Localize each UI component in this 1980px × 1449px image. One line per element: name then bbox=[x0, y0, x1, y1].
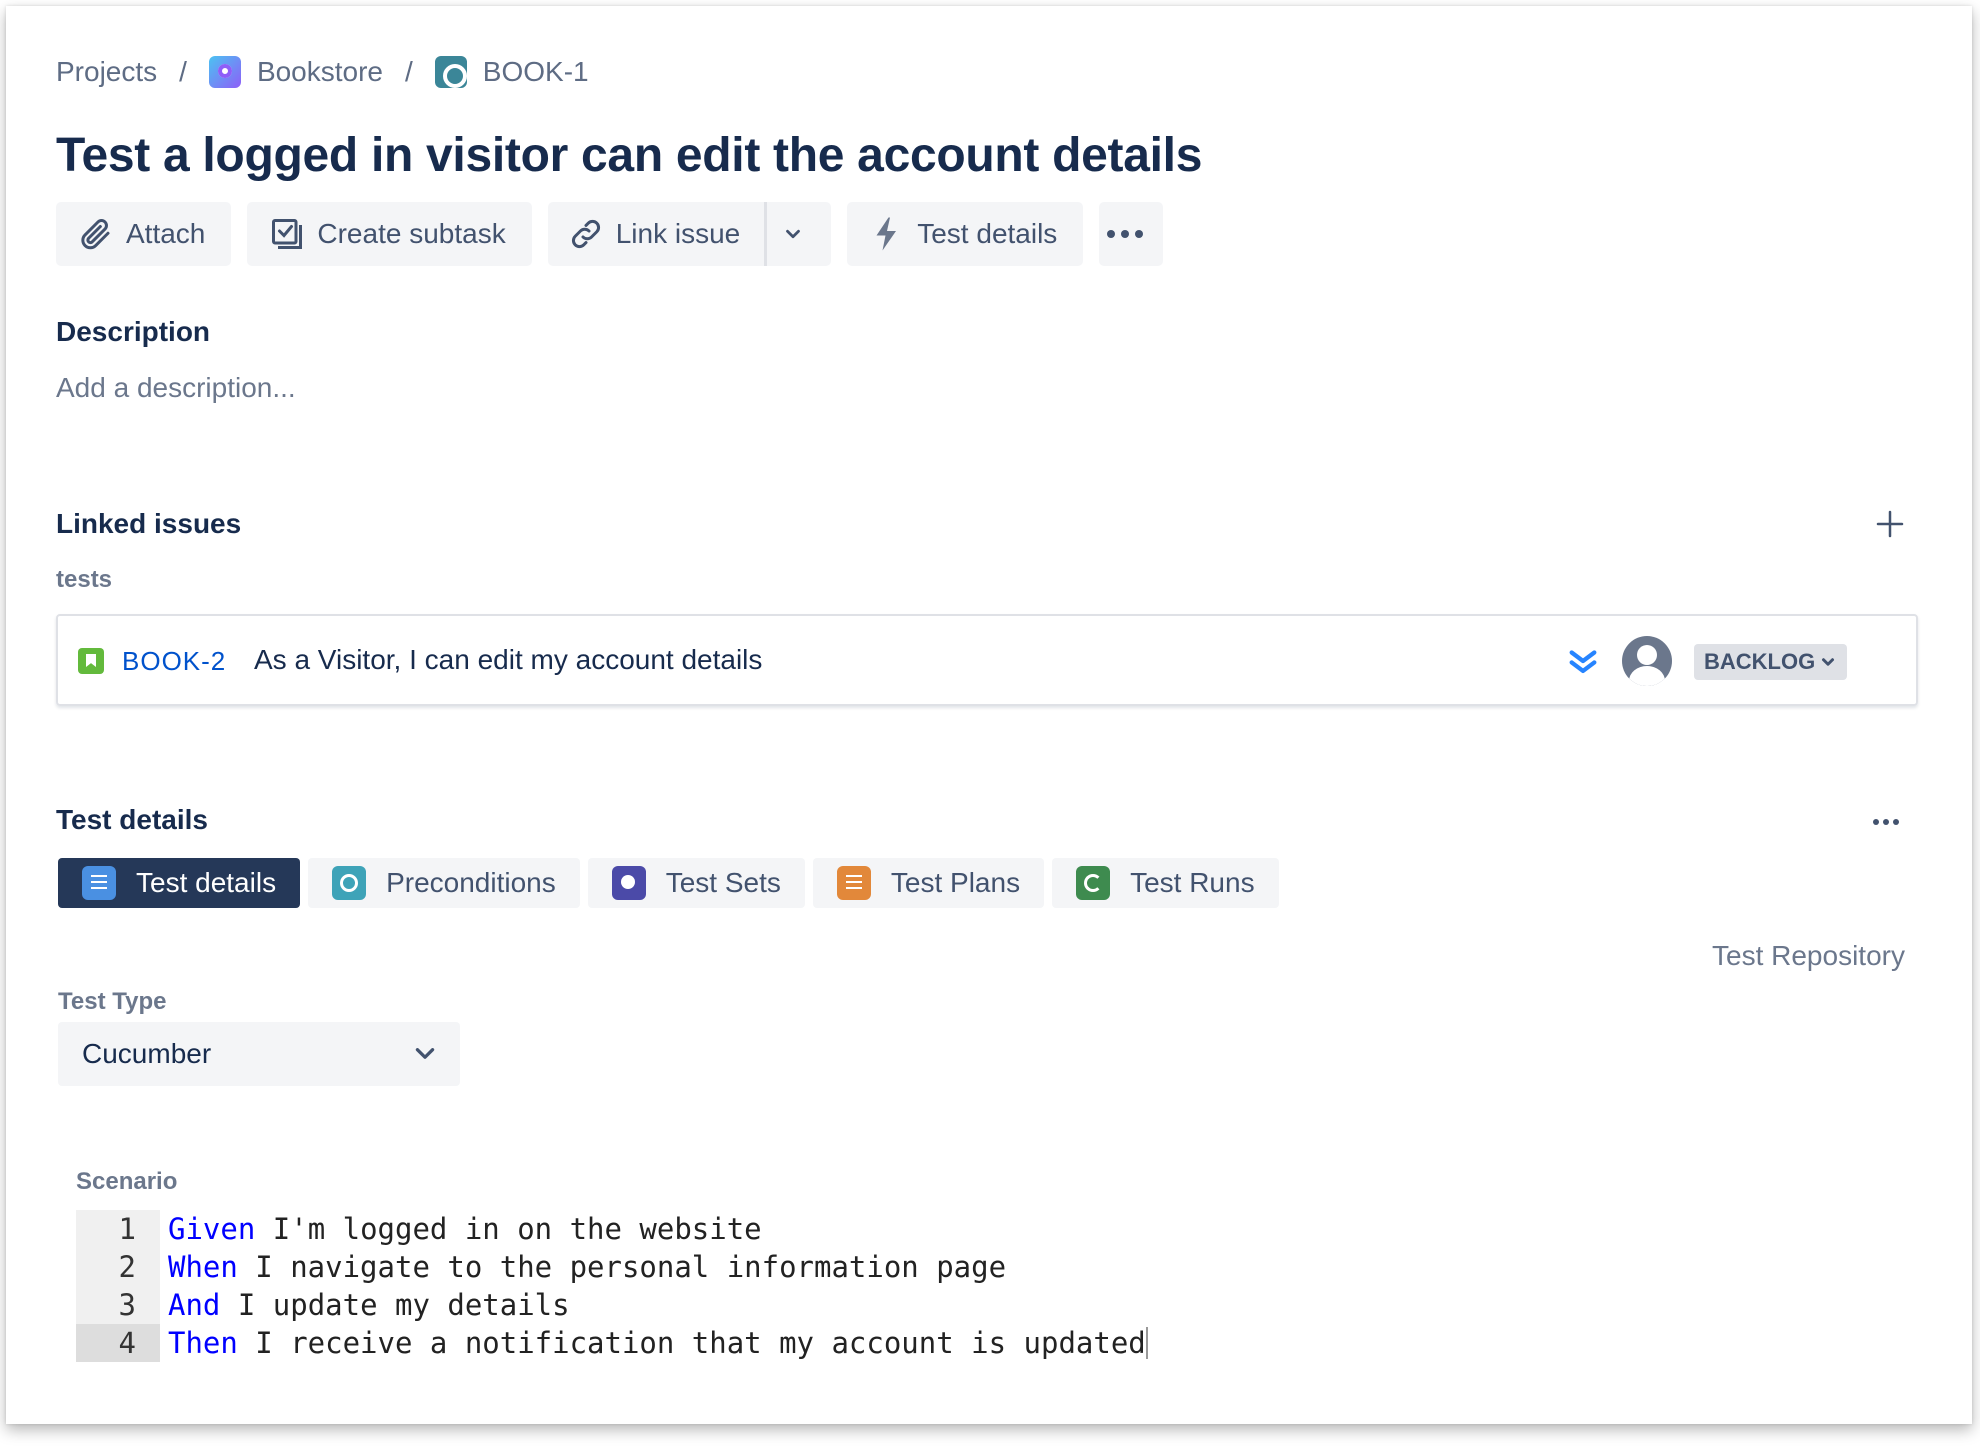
link-issue-button[interactable]: Link issue bbox=[548, 202, 768, 266]
test-details-button[interactable]: Test details bbox=[847, 202, 1084, 266]
tab-label: Preconditions bbox=[386, 867, 556, 898]
tab-label: Test Sets bbox=[665, 867, 781, 898]
chevron-down-icon bbox=[1822, 658, 1835, 666]
breadcrumb-projects[interactable]: Projects bbox=[56, 56, 157, 88]
status-dropdown[interactable]: BACKLOG bbox=[1694, 644, 1848, 680]
step-text: I update my details bbox=[220, 1288, 570, 1322]
linked-issue-row[interactable]: BOOK-2 As a Visitor, I can edit my accou… bbox=[56, 614, 1918, 706]
breadcrumb-separator: / bbox=[179, 56, 187, 87]
lightning-icon bbox=[876, 217, 897, 251]
tab-label: Test details bbox=[136, 867, 277, 898]
assignee-avatar[interactable] bbox=[1622, 636, 1672, 686]
create-subtask-label: Create subtask bbox=[317, 218, 506, 249]
link-issue-label: Link issue bbox=[615, 218, 741, 249]
tab-preconditions[interactable]: Preconditions bbox=[308, 858, 580, 908]
link-issue-split-button: Link issue bbox=[547, 202, 832, 266]
test-type-select[interactable]: Cucumber bbox=[58, 1022, 460, 1086]
test-set-icon bbox=[611, 866, 646, 900]
scenario-editor[interactable]: 1 Given I'm logged in on the website 2 W… bbox=[76, 1210, 1148, 1362]
list-icon bbox=[82, 866, 116, 900]
subtask-icon bbox=[272, 219, 303, 249]
more-dots-icon bbox=[1873, 819, 1899, 825]
step-text: I'm logged in on the website bbox=[255, 1212, 762, 1246]
test-run-icon bbox=[1076, 866, 1111, 900]
linked-issues-heading: Linked issues bbox=[56, 508, 242, 539]
step-text: I receive a notification that my account… bbox=[237, 1326, 1146, 1360]
tab-test-details[interactable]: Test details bbox=[58, 858, 301, 908]
step-text: I navigate to the personal information p… bbox=[237, 1250, 1007, 1284]
code-line[interactable]: 1 Given I'm logged in on the website bbox=[76, 1210, 1148, 1248]
issue-toolbar: Attach Create subtask Link issue Test de… bbox=[56, 202, 1164, 266]
gherkin-keyword: Given bbox=[168, 1212, 256, 1246]
code-line[interactable]: 2 When I navigate to the personal inform… bbox=[76, 1248, 1148, 1286]
issue-title[interactable]: Test a logged in visitor can edit the ac… bbox=[56, 128, 1202, 183]
test-repository-link[interactable]: Test Repository bbox=[1712, 940, 1905, 972]
tab-label: Test Runs bbox=[1130, 867, 1255, 898]
tab-test-sets[interactable]: Test Sets bbox=[587, 858, 805, 908]
more-dots-icon bbox=[1107, 230, 1144, 238]
project-avatar-icon bbox=[208, 56, 241, 88]
attach-button[interactable]: Attach bbox=[56, 202, 232, 266]
status-label: BACKLOG bbox=[1704, 649, 1816, 674]
create-subtask-button[interactable]: Create subtask bbox=[247, 202, 532, 266]
test-plan-icon bbox=[836, 866, 871, 900]
link-issue-dropdown[interactable] bbox=[767, 202, 831, 266]
add-linked-issue-button[interactable] bbox=[1874, 508, 1906, 540]
gherkin-keyword: Then bbox=[168, 1326, 238, 1360]
link-relation-label: tests bbox=[56, 566, 113, 593]
description-input[interactable]: Add a description... bbox=[56, 372, 296, 404]
text-cursor bbox=[1145, 1327, 1148, 1359]
issue-view: Projects / Bookstore / BOOK-1 Test a log… bbox=[6, 6, 1972, 1424]
test-details-more-button[interactable] bbox=[1872, 814, 1900, 832]
attach-label: Attach bbox=[126, 218, 206, 249]
test-type-label: Test Type bbox=[58, 988, 167, 1015]
chevron-down-icon bbox=[415, 1048, 435, 1059]
test-issue-type-icon bbox=[434, 56, 467, 88]
line-number: 3 bbox=[76, 1286, 160, 1324]
breadcrumb: Projects / Bookstore / BOOK-1 bbox=[56, 56, 589, 88]
linked-issue-key[interactable]: BOOK-2 bbox=[122, 646, 226, 677]
linked-issue-summary[interactable]: As a Visitor, I can edit my account deta… bbox=[254, 644, 762, 676]
description-heading: Description bbox=[56, 316, 211, 347]
gherkin-keyword: When bbox=[168, 1250, 238, 1284]
chevron-down-icon bbox=[786, 229, 801, 239]
test-type-value: Cucumber bbox=[82, 1038, 212, 1069]
breadcrumb-separator: / bbox=[405, 56, 413, 87]
plus-icon bbox=[1876, 510, 1904, 538]
code-line[interactable]: 3 And I update my details bbox=[76, 1286, 1148, 1324]
code-line-active[interactable]: 4 Then I receive a notification that my … bbox=[76, 1324, 1148, 1362]
story-icon bbox=[78, 648, 104, 674]
tab-test-runs[interactable]: Test Runs bbox=[1052, 858, 1279, 908]
breadcrumb-issue[interactable]: BOOK-1 bbox=[483, 56, 589, 88]
link-icon bbox=[571, 220, 600, 248]
line-number: 1 bbox=[76, 1210, 160, 1248]
precondition-icon bbox=[332, 866, 367, 900]
breadcrumb-project[interactable]: Bookstore bbox=[257, 56, 383, 88]
lowest-priority-icon bbox=[1569, 650, 1597, 674]
line-number: 2 bbox=[76, 1248, 160, 1286]
gherkin-keyword: And bbox=[168, 1288, 221, 1322]
test-details-heading: Test details bbox=[56, 804, 208, 835]
more-actions-button[interactable] bbox=[1099, 202, 1164, 266]
scenario-label: Scenario bbox=[76, 1168, 178, 1195]
paperclip-icon bbox=[81, 219, 110, 250]
test-details-tabs: Test details Preconditions Test Sets Tes… bbox=[58, 858, 1279, 908]
tab-label: Test Plans bbox=[890, 867, 1021, 898]
line-number: 4 bbox=[76, 1324, 160, 1362]
test-details-label: Test details bbox=[917, 218, 1058, 249]
tab-test-plans[interactable]: Test Plans bbox=[812, 858, 1045, 908]
